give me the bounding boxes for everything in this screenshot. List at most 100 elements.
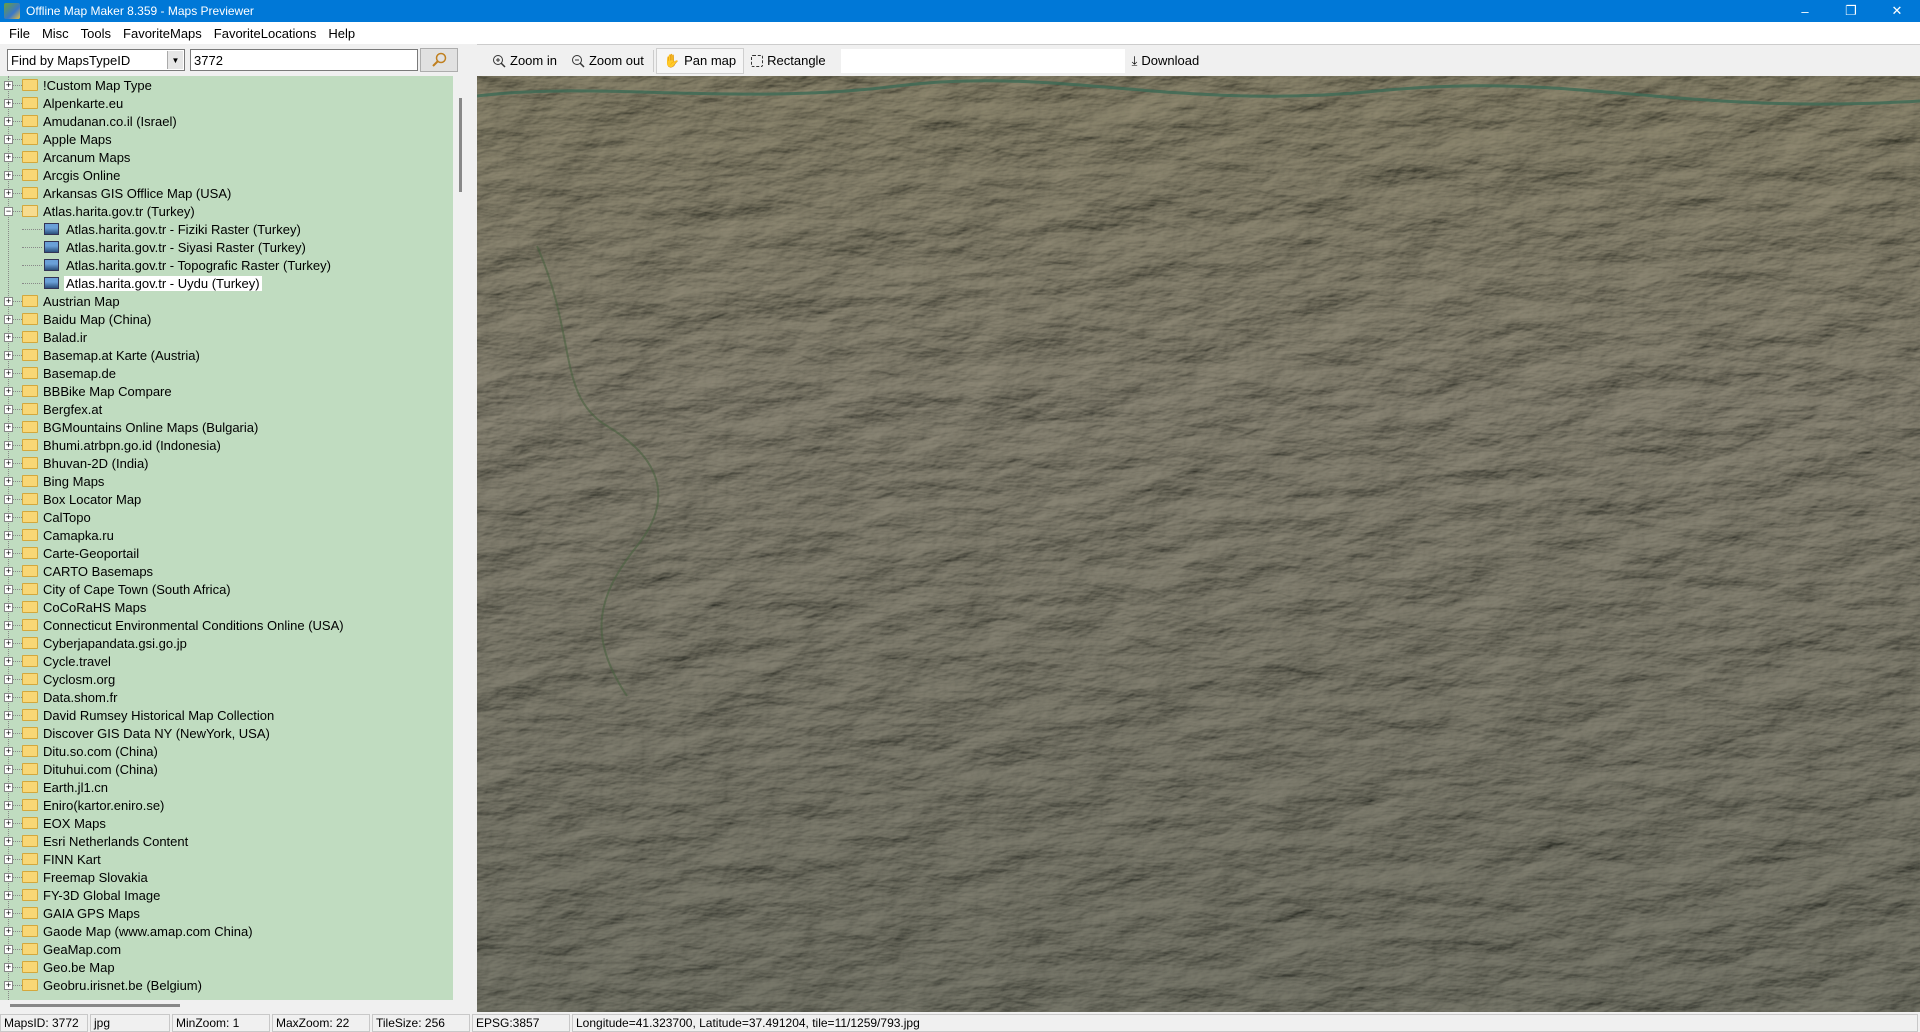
expand-icon[interactable]: + [4,783,13,792]
tree-item[interactable]: +CoCoRaHS Maps [0,598,453,616]
tree-item[interactable]: +Austrian Map [0,292,453,310]
expand-icon[interactable]: + [4,747,13,756]
expand-icon[interactable]: + [4,405,13,414]
menu-misc[interactable]: Misc [36,26,75,41]
expand-icon[interactable]: + [4,765,13,774]
menu-favorite-locations[interactable]: FavoriteLocations [208,26,323,41]
expand-icon[interactable]: + [4,711,13,720]
expand-icon[interactable]: + [4,459,13,468]
tree-item[interactable]: +Bergfex.at [0,400,453,418]
tree-item[interactable]: +Box Locator Map [0,490,453,508]
map-type-tree[interactable]: +!Custom Map Type+Alpenkarte.eu+Amudanan… [0,76,453,1000]
expand-icon[interactable]: + [4,657,13,666]
tree-item[interactable]: +Data.shom.fr [0,688,453,706]
tree-item[interactable]: +!Custom Map Type [0,76,453,94]
menu-file[interactable]: File [3,26,36,41]
tree-item[interactable]: +Amudanan.co.il (Israel) [0,112,453,130]
expand-icon[interactable]: + [4,603,13,612]
tree-item[interactable]: +Discover GIS Data NY (NewYork, USA) [0,724,453,742]
tree-child-item[interactable]: Atlas.harita.gov.tr - Topografic Raster … [0,256,453,274]
expand-icon[interactable]: + [4,315,13,324]
collapse-icon[interactable]: − [4,207,13,216]
scrollbar-thumb[interactable] [10,1004,180,1007]
expand-icon[interactable]: + [4,729,13,738]
zoom-in-button[interactable]: Zoom in [485,48,564,74]
tree-item[interactable]: +Geo.be Map [0,958,453,976]
download-button[interactable]: ⤓Download [1125,48,1207,74]
minimize-button[interactable]: – [1782,0,1828,22]
tree-item[interactable]: +Connecticut Environmental Conditions On… [0,616,453,634]
expand-icon[interactable]: + [4,819,13,828]
expand-icon[interactable]: + [4,135,13,144]
expand-icon[interactable]: + [4,99,13,108]
menu-favorite-maps[interactable]: FavoriteMaps [117,26,208,41]
pan-map-button[interactable]: ✋Pan map [656,48,744,74]
expand-icon[interactable]: + [4,801,13,810]
tree-item[interactable]: +GeaMap.com [0,940,453,958]
tree-item[interactable]: +FINN Kart [0,850,453,868]
expand-icon[interactable]: + [4,945,13,954]
chevron-down-icon[interactable]: ▼ [167,51,183,69]
expand-icon[interactable]: + [4,423,13,432]
tree-item[interactable]: +BGMountains Online Maps (Bulgaria) [0,418,453,436]
expand-icon[interactable]: + [4,927,13,936]
expand-icon[interactable]: + [4,873,13,882]
menu-help[interactable]: Help [322,26,361,41]
tree-item[interactable]: +EOX Maps [0,814,453,832]
search-button[interactable] [420,48,458,72]
expand-icon[interactable]: + [4,369,13,378]
tree-child-item[interactable]: Atlas.harita.gov.tr - Uydu (Turkey) [0,274,453,292]
expand-icon[interactable]: + [4,531,13,540]
expand-icon[interactable]: + [4,549,13,558]
rectangle-button[interactable]: Rectangle [744,48,833,74]
tree-item[interactable]: +Esri Netherlands Content [0,832,453,850]
restore-button[interactable]: ❐ [1828,0,1874,22]
tree-item[interactable]: +Bhumi.atrbpn.go.id (Indonesia) [0,436,453,454]
tree-item[interactable]: +David Rumsey Historical Map Collection [0,706,453,724]
tree-item[interactable]: +Alpenkarte.eu [0,94,453,112]
expand-icon[interactable]: + [4,153,13,162]
tree-item[interactable]: +Basemap.de [0,364,453,382]
tree-item[interactable]: +Dituhui.com (China) [0,760,453,778]
expand-icon[interactable]: + [4,351,13,360]
tree-item[interactable]: +Bhuvan-2D (India) [0,454,453,472]
tree-item[interactable]: +CARTO Basemaps [0,562,453,580]
expand-icon[interactable]: + [4,909,13,918]
tree-item[interactable]: +Carte-Geoportail [0,544,453,562]
tree-child-item[interactable]: Atlas.harita.gov.tr - Siyasi Raster (Tur… [0,238,453,256]
tree-item[interactable]: +Earth.jl1.cn [0,778,453,796]
expand-icon[interactable]: + [4,963,13,972]
tree-item[interactable]: +Apple Maps [0,130,453,148]
tree-item[interactable]: +FY-3D Global Image [0,886,453,904]
expand-icon[interactable]: + [4,495,13,504]
expand-icon[interactable]: + [4,441,13,450]
tree-item[interactable]: +Cyclosm.org [0,670,453,688]
tree-item[interactable]: +Baidu Map (China) [0,310,453,328]
expand-icon[interactable]: + [4,189,13,198]
expand-icon[interactable]: + [4,297,13,306]
close-button[interactable]: ✕ [1874,0,1920,22]
tree-item[interactable]: +Arkansas GIS Offlice Map (USA) [0,184,453,202]
expand-icon[interactable]: + [4,639,13,648]
tree-item[interactable]: +Arcgis Online [0,166,453,184]
expand-icon[interactable]: + [4,693,13,702]
toolbar-field[interactable] [841,49,1125,73]
expand-icon[interactable]: + [4,513,13,522]
tree-item[interactable]: +CalTopo [0,508,453,526]
tree-vertical-scrollbar[interactable] [455,76,467,1000]
map-view[interactable] [477,76,1920,1012]
expand-icon[interactable]: + [4,81,13,90]
tree-item[interactable]: +Cyberjapandata.gsi.go.jp [0,634,453,652]
search-mode-select[interactable]: Find by MapsTypeID▼ [7,49,185,71]
tree-item[interactable]: +Freemap Slovakia [0,868,453,886]
expand-icon[interactable]: + [4,333,13,342]
expand-icon[interactable]: + [4,585,13,594]
zoom-out-button[interactable]: Zoom out [564,48,651,74]
expand-icon[interactable]: + [4,117,13,126]
tree-item[interactable]: −Atlas.harita.gov.tr (Turkey) [0,202,453,220]
tree-item[interactable]: +Eniro(kartor.eniro.se) [0,796,453,814]
expand-icon[interactable]: + [4,171,13,180]
tree-item[interactable]: +BBBike Map Compare [0,382,453,400]
menu-tools[interactable]: Tools [75,26,117,41]
tree-child-item[interactable]: Atlas.harita.gov.tr - Fiziki Raster (Tur… [0,220,453,238]
